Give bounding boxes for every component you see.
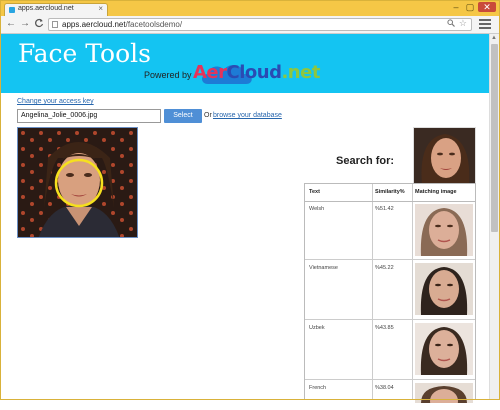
window-frame <box>0 0 500 400</box>
